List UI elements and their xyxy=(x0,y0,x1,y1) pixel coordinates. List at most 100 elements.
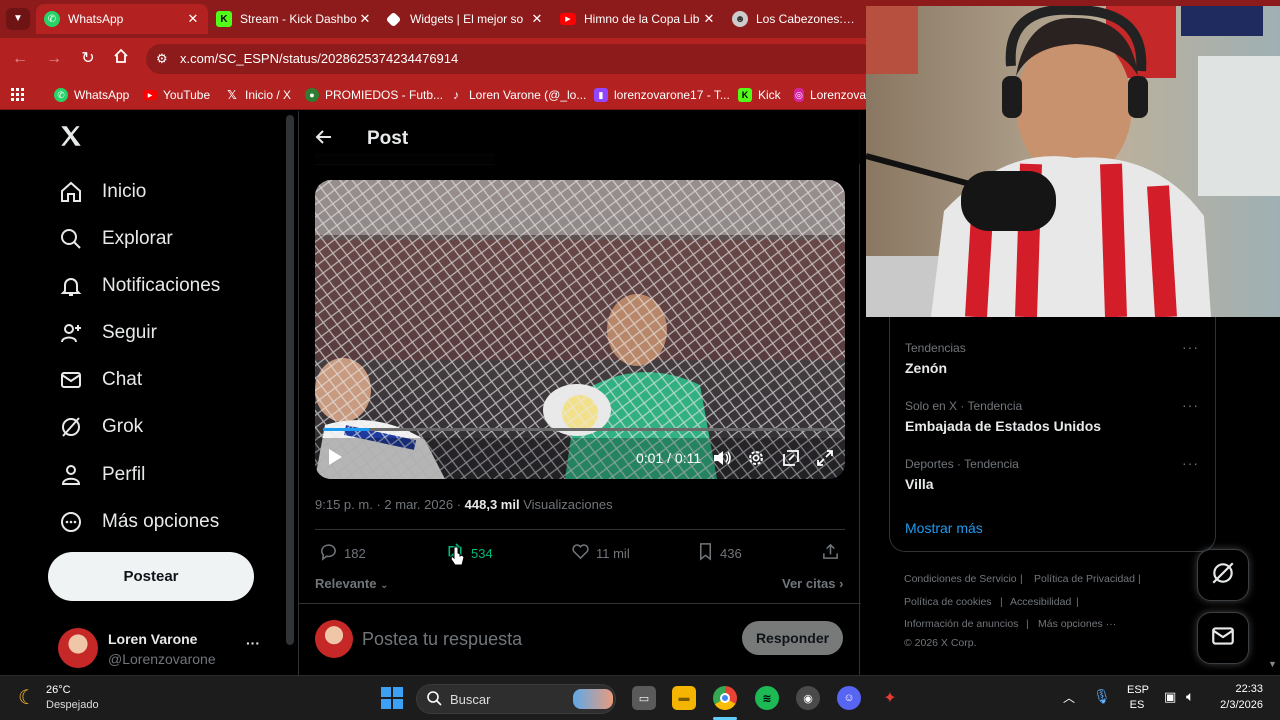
sidebar-item-more[interactable]: Más opciones xyxy=(58,502,219,542)
settings-icon[interactable] xyxy=(746,448,766,468)
sort-dropdown[interactable]: Relevante ⌄ xyxy=(315,576,388,591)
post-time[interactable]: 9:15 p. m. xyxy=(315,497,373,512)
footer-link-privacy[interactable]: Política de Privacidad xyxy=(1034,573,1135,585)
show-more-link[interactable]: Mostrar más xyxy=(905,520,983,536)
reply-button[interactable]: 182 xyxy=(319,543,366,563)
sort-label: Relevante xyxy=(315,576,377,591)
trend-context: Tendencias xyxy=(905,341,966,355)
sidebar-item-chat[interactable]: Chat xyxy=(58,360,142,400)
reply-icon xyxy=(319,542,338,564)
bookmark-whatsapp[interactable]: ✆ WhatsApp xyxy=(54,86,129,104)
avatar xyxy=(58,628,98,668)
file-explorer-icon[interactable]: ▬ xyxy=(672,686,696,710)
forward-icon[interactable]: → xyxy=(43,48,65,70)
reload-icon[interactable]: ↻ xyxy=(77,48,99,70)
microphone-icon[interactable]: 🎙︎ xyxy=(1093,688,1111,705)
sidebar-item-follow[interactable]: Seguir xyxy=(58,313,157,353)
bookmark-twitch[interactable]: ▮ lorenzovarone17 - T... xyxy=(594,86,730,104)
sidebar-item-notifications[interactable]: Notificaciones xyxy=(58,266,220,306)
chrome-icon[interactable] xyxy=(713,686,737,710)
messages-floating-button[interactable] xyxy=(1197,612,1249,664)
tab-kick[interactable]: K Stream - Kick Dashbo ✕ xyxy=(208,4,380,34)
more-icon[interactable]: ··· xyxy=(1182,455,1199,471)
clock-date[interactable]: 2/3/2026 xyxy=(1208,699,1263,711)
play-icon[interactable] xyxy=(327,448,345,466)
footer-link-terms[interactable]: Condiciones de Servicio xyxy=(904,573,1017,585)
tab-whatsapp[interactable]: ✆ WhatsApp ✕ xyxy=(36,4,208,34)
trend-item[interactable]: Tendencias Zenón ··· xyxy=(905,339,1205,376)
trend-item[interactable]: Solo en X · Tendencia Embajada de Estado… xyxy=(905,397,1205,434)
taskbar-search[interactable]: Buscar xyxy=(416,684,616,714)
volume-icon[interactable]: 🔈︎ xyxy=(1186,688,1194,705)
x-logo-icon: 𝕏 xyxy=(227,88,237,102)
home-icon[interactable] xyxy=(110,48,132,70)
sidebar-item-home[interactable]: Inicio xyxy=(58,172,146,212)
volume-icon[interactable] xyxy=(712,448,732,468)
follow-icon xyxy=(58,320,84,346)
back-icon[interactable]: ← xyxy=(9,48,31,70)
close-icon[interactable]: ✕ xyxy=(530,11,544,27)
footer-link-ads[interactable]: Información de anuncios xyxy=(904,618,1018,630)
chevron-up-icon[interactable]: ︿ xyxy=(1063,689,1075,706)
language-bottom[interactable]: ES xyxy=(1127,699,1147,711)
search-icon xyxy=(58,226,84,252)
spotify-icon[interactable]: ≋ xyxy=(755,686,779,710)
close-icon[interactable]: ✕ xyxy=(358,11,372,27)
site-settings-icon[interactable]: ⚙ xyxy=(156,44,168,74)
video-player[interactable]: 0:01 / 0:11 xyxy=(315,180,845,479)
bookmark-youtube[interactable]: ▶ YouTube xyxy=(143,86,210,104)
language-top[interactable]: ESP xyxy=(1127,684,1149,696)
tab-search-button[interactable]: ▼ xyxy=(6,8,30,30)
more-icon[interactable]: ··· xyxy=(1182,397,1199,413)
address-bar[interactable]: ⚙ x.com/SC_ESPN/status/20286253742344769… xyxy=(146,44,876,74)
bookmark-x[interactable]: 𝕏 Inicio / X xyxy=(225,86,291,104)
sidebar-item-grok[interactable]: Grok xyxy=(58,407,143,447)
app-red-icon[interactable]: ✦ xyxy=(878,686,902,710)
close-icon[interactable]: ✕ xyxy=(702,11,716,27)
more-icon[interactable]: ··· xyxy=(1182,339,1199,355)
apps-icon[interactable] xyxy=(11,86,25,104)
network-icon[interactable]: ▣ xyxy=(1164,689,1176,705)
x-logo-icon[interactable] xyxy=(58,123,86,151)
reply-input[interactable]: Postea tu respuesta xyxy=(362,629,522,650)
bookmark-instagram[interactable]: ◎ Lorenzova xyxy=(794,86,866,104)
tab-cabezones[interactable]: ☻ Los Cabezones: Copa xyxy=(724,4,866,34)
account-switcher[interactable]: Loren Varone @Lorenzovarone ··· xyxy=(58,623,278,671)
sidebar-item-explore[interactable]: Explorar xyxy=(58,219,173,259)
footer-link-more[interactable]: Más opciones ··· xyxy=(1038,618,1116,630)
reply-submit-button[interactable]: Responder xyxy=(742,621,843,655)
footer-link-cookies[interactable]: Política de cookies xyxy=(904,596,992,608)
weather-temp[interactable]: 26°C xyxy=(46,684,71,696)
weather-desc[interactable]: Despejado xyxy=(46,699,99,711)
back-arrow-icon[interactable] xyxy=(315,128,335,148)
more-icon[interactable]: ··· xyxy=(246,635,260,651)
post-date[interactable]: 2 mar. 2026 xyxy=(384,497,453,512)
obs-icon[interactable]: ◉ xyxy=(796,686,820,710)
sidebar-item-profile[interactable]: Perfil xyxy=(58,455,145,495)
view-quotes-link[interactable]: Ver citas › xyxy=(782,576,843,591)
grok-floating-button[interactable] xyxy=(1197,549,1249,601)
windows-start-icon[interactable] xyxy=(380,686,404,710)
footer-link-accessibility[interactable]: Accesibilidad xyxy=(1010,596,1071,608)
post-button[interactable]: Postear xyxy=(48,552,254,601)
whatsapp-icon: ✆ xyxy=(44,11,60,27)
discord-icon[interactable]: ☺ xyxy=(837,686,861,710)
tab-youtube[interactable]: ▶ Himno de la Copa Lib ✕ xyxy=(552,4,724,34)
clock-time[interactable]: 22:33 xyxy=(1208,683,1263,695)
bookmark-button[interactable]: 436 xyxy=(697,543,742,563)
task-view-icon[interactable]: ▭ xyxy=(632,686,656,710)
share-icon xyxy=(821,542,840,564)
search-label: Buscar xyxy=(450,692,491,707)
close-icon[interactable]: ✕ xyxy=(186,11,200,27)
bookmark-tiktok[interactable]: ♪ Loren Varone (@_lo... xyxy=(449,86,586,104)
trend-item[interactable]: Deportes · Tendencia Villa ··· xyxy=(905,455,1205,492)
picture-in-picture-icon[interactable] xyxy=(781,448,801,468)
share-button[interactable] xyxy=(821,543,840,563)
scroll-down-icon[interactable]: ▼ xyxy=(1268,659,1277,669)
bookmark-promiedos[interactable]: ● PROMIEDOS - Futb... xyxy=(305,86,443,104)
like-button[interactable]: 11 mil xyxy=(571,543,630,563)
scrollbar[interactable] xyxy=(286,115,294,645)
fullscreen-icon[interactable] xyxy=(815,448,835,468)
tab-widgets[interactable]: Widgets | El mejor so ✕ xyxy=(380,4,552,34)
bookmark-kick[interactable]: K Kick xyxy=(738,86,781,104)
